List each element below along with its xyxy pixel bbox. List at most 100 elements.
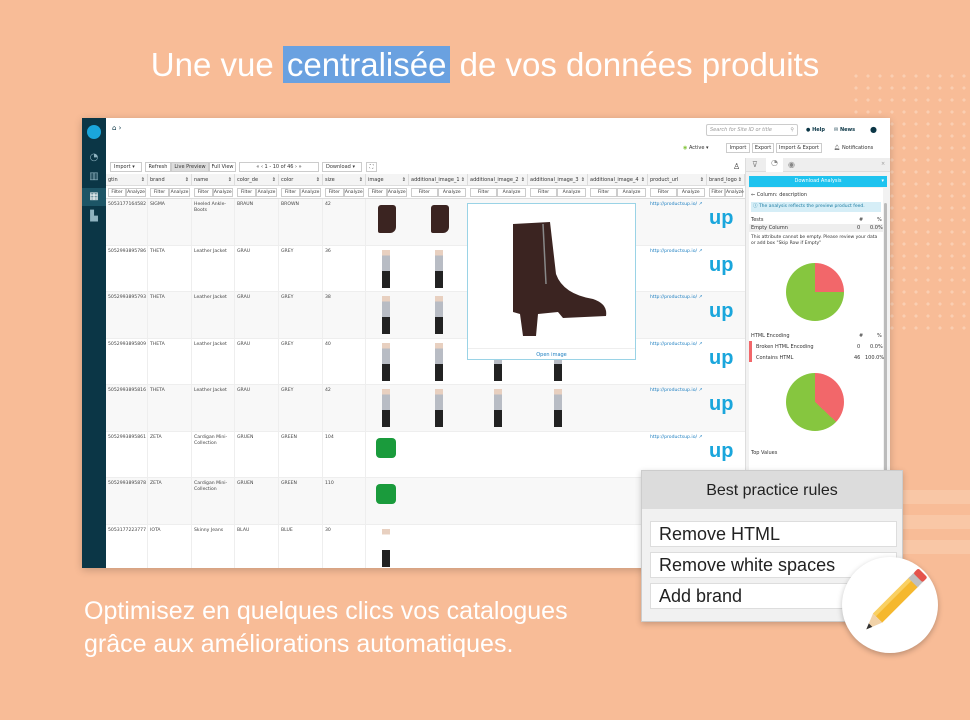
product-url-link[interactable]: http://productsup.io/ ↗	[648, 339, 707, 351]
analyze-button[interactable]: Analyze	[617, 188, 646, 197]
filter-button[interactable]: Filter	[368, 188, 387, 197]
product-image[interactable]	[382, 342, 390, 381]
analyze-button[interactable]: Analyze	[497, 188, 526, 197]
analysis-tab-icon[interactable]: ◔	[766, 158, 783, 172]
product-image[interactable]	[435, 249, 443, 288]
product-image[interactable]	[376, 437, 396, 458]
analyze-button[interactable]: Analyze	[343, 188, 364, 197]
column-header[interactable]: name ⇕	[192, 174, 235, 186]
product-url-link[interactable]: http://productsup.io/ ↗	[648, 432, 707, 444]
open-image-link[interactable]: Open image	[468, 348, 635, 358]
analyze-button[interactable]: Analyze	[557, 188, 586, 197]
status-dropdown[interactable]: ◉ Active ▾	[683, 145, 709, 151]
pagination[interactable]: « ‹ 1 - 10 of 46 › »	[239, 162, 319, 172]
product-url-link[interactable]: http://productsup.io/ ↗	[648, 292, 707, 304]
import-export-button[interactable]: Import & Export	[776, 143, 822, 153]
column-header[interactable]: additional_image_3 ⇕	[528, 174, 588, 186]
product-image[interactable]	[494, 389, 502, 427]
fullscreen-icon[interactable]: ⛶	[366, 162, 377, 172]
column-header[interactable]: brand_logo ⇕	[707, 174, 745, 186]
analyze-button[interactable]: Analyze	[437, 188, 466, 197]
table-cell: THETA	[148, 245, 192, 292]
column-header[interactable]: product_url ⇕	[648, 174, 707, 186]
product-image[interactable]	[382, 389, 390, 427]
analyze-button[interactable]: Analyze	[169, 188, 190, 197]
product-image[interactable]	[435, 389, 443, 427]
close-icon[interactable]: ×	[881, 161, 885, 167]
filter-button[interactable]: Filter	[237, 188, 256, 197]
filter-button[interactable]: Filter	[281, 188, 300, 197]
analyze-button[interactable]: Analyze	[386, 188, 407, 197]
filter-button[interactable]: Filter	[590, 188, 617, 197]
product-image[interactable]	[378, 205, 396, 233]
table-icon[interactable]: ▦	[82, 188, 106, 206]
column-header[interactable]: brand ⇕	[148, 174, 192, 186]
user-settings-icon[interactable]: ♙	[733, 162, 740, 171]
rule-remove-html[interactable]: Remove HTML	[650, 521, 897, 547]
import-dropdown[interactable]: Import ▾	[110, 162, 142, 172]
column-back[interactable]: ⇐ Column: description	[751, 192, 807, 198]
news-link[interactable]: ✉ News	[834, 127, 855, 133]
product-image[interactable]	[435, 296, 443, 334]
filter-button[interactable]: Filter	[411, 188, 438, 197]
product-image[interactable]	[382, 296, 390, 334]
table-row[interactable]: 5052993895793 THETA Leather Jacket GRAU GREY…	[106, 292, 745, 339]
filter-button[interactable]: Filter	[650, 188, 677, 197]
analyze-button[interactable]: Analyze	[256, 188, 277, 197]
table-row[interactable]: 5053177164582 SIGMA Heeled Ankle-Boots BRAU…	[106, 199, 745, 246]
analyze-button[interactable]: Analyze	[676, 188, 705, 197]
table-row[interactable]: 5052993895809 THETA Leather Jacket GRAU GREY…	[106, 338, 745, 385]
product-image[interactable]	[382, 528, 390, 567]
column-header[interactable]: gtin ⇕	[106, 174, 148, 186]
help-link[interactable]: ● Help	[806, 127, 825, 133]
filter-button[interactable]: Filter	[325, 188, 344, 197]
filter-button[interactable]: Filter	[108, 188, 126, 197]
analyze-button[interactable]: Analyze	[212, 188, 233, 197]
dashboard-icon[interactable]: ◔	[82, 149, 106, 167]
column-header[interactable]: additional_image_1 ⇕	[409, 174, 468, 186]
refresh-button[interactable]: Refresh	[145, 162, 171, 172]
product-image[interactable]	[431, 205, 449, 233]
export-button[interactable]: Export	[752, 143, 774, 153]
table-row[interactable]: 5052993895816 THETA Leather Jacket GRAU GREY…	[106, 385, 745, 432]
product-image[interactable]	[376, 484, 396, 504]
filter-tab-icon[interactable]: ⊽	[752, 160, 758, 169]
chart-icon[interactable]: ▙	[82, 208, 106, 226]
analyze-button[interactable]: Analyze	[725, 188, 744, 197]
product-url-link[interactable]: http://productsup.io/ ↗	[648, 246, 707, 258]
filter-button[interactable]: Filter	[530, 188, 557, 197]
filter-button[interactable]: Filter	[709, 188, 725, 197]
live-preview-button[interactable]: Live Preview	[171, 162, 209, 172]
breadcrumb-home-icon[interactable]: ⌂ ›	[112, 124, 121, 132]
filter-button[interactable]: Filter	[470, 188, 497, 197]
product-image[interactable]	[554, 389, 562, 427]
download-analysis-button[interactable]: Download Analysis ▾	[749, 176, 887, 187]
table-cell: Skinny Jeans	[192, 524, 235, 568]
table-cell: Leather Jacket	[192, 385, 235, 431]
table-row[interactable]: 5052993895786 THETA Leather Jacket GRAU GREY…	[106, 245, 745, 292]
product-url-link[interactable]: http://productsup.io/ ↗	[648, 199, 707, 211]
analyze-button[interactable]: Analyze	[126, 188, 146, 197]
import-top-button[interactable]: Import	[726, 143, 750, 153]
download-dropdown[interactable]: Download ▾	[322, 162, 362, 172]
notifications-button[interactable]: 🔔︎ Notifications	[834, 145, 873, 151]
product-url-link[interactable]: http://productsup.io/ ↗	[648, 385, 707, 397]
table-cell: 5052993895861	[106, 431, 148, 478]
column-header[interactable]: additional_image_2 ⇕	[468, 174, 528, 186]
product-image[interactable]	[435, 342, 443, 381]
search-input[interactable]: Search for Site ID or title ⚲	[706, 124, 798, 136]
filter-button[interactable]: Filter	[150, 188, 169, 197]
analyze-button[interactable]: Analyze	[300, 188, 321, 197]
column-header[interactable]: image ⇕	[366, 174, 409, 186]
column-header[interactable]: additional_image_4 ⇕	[588, 174, 648, 186]
column-header[interactable]: size ⇕	[323, 174, 366, 186]
full-view-button[interactable]: Full View	[209, 162, 236, 172]
map-icon[interactable]: ▥	[82, 168, 106, 186]
boot-image	[513, 222, 607, 336]
eye-tab-icon[interactable]: ◉	[788, 160, 795, 169]
product-image[interactable]	[382, 249, 390, 288]
column-header[interactable]: color_de ⇕	[235, 174, 279, 186]
filter-button[interactable]: Filter	[194, 188, 213, 197]
user-icon[interactable]: ●	[870, 125, 877, 134]
column-header[interactable]: color ⇕	[279, 174, 323, 186]
